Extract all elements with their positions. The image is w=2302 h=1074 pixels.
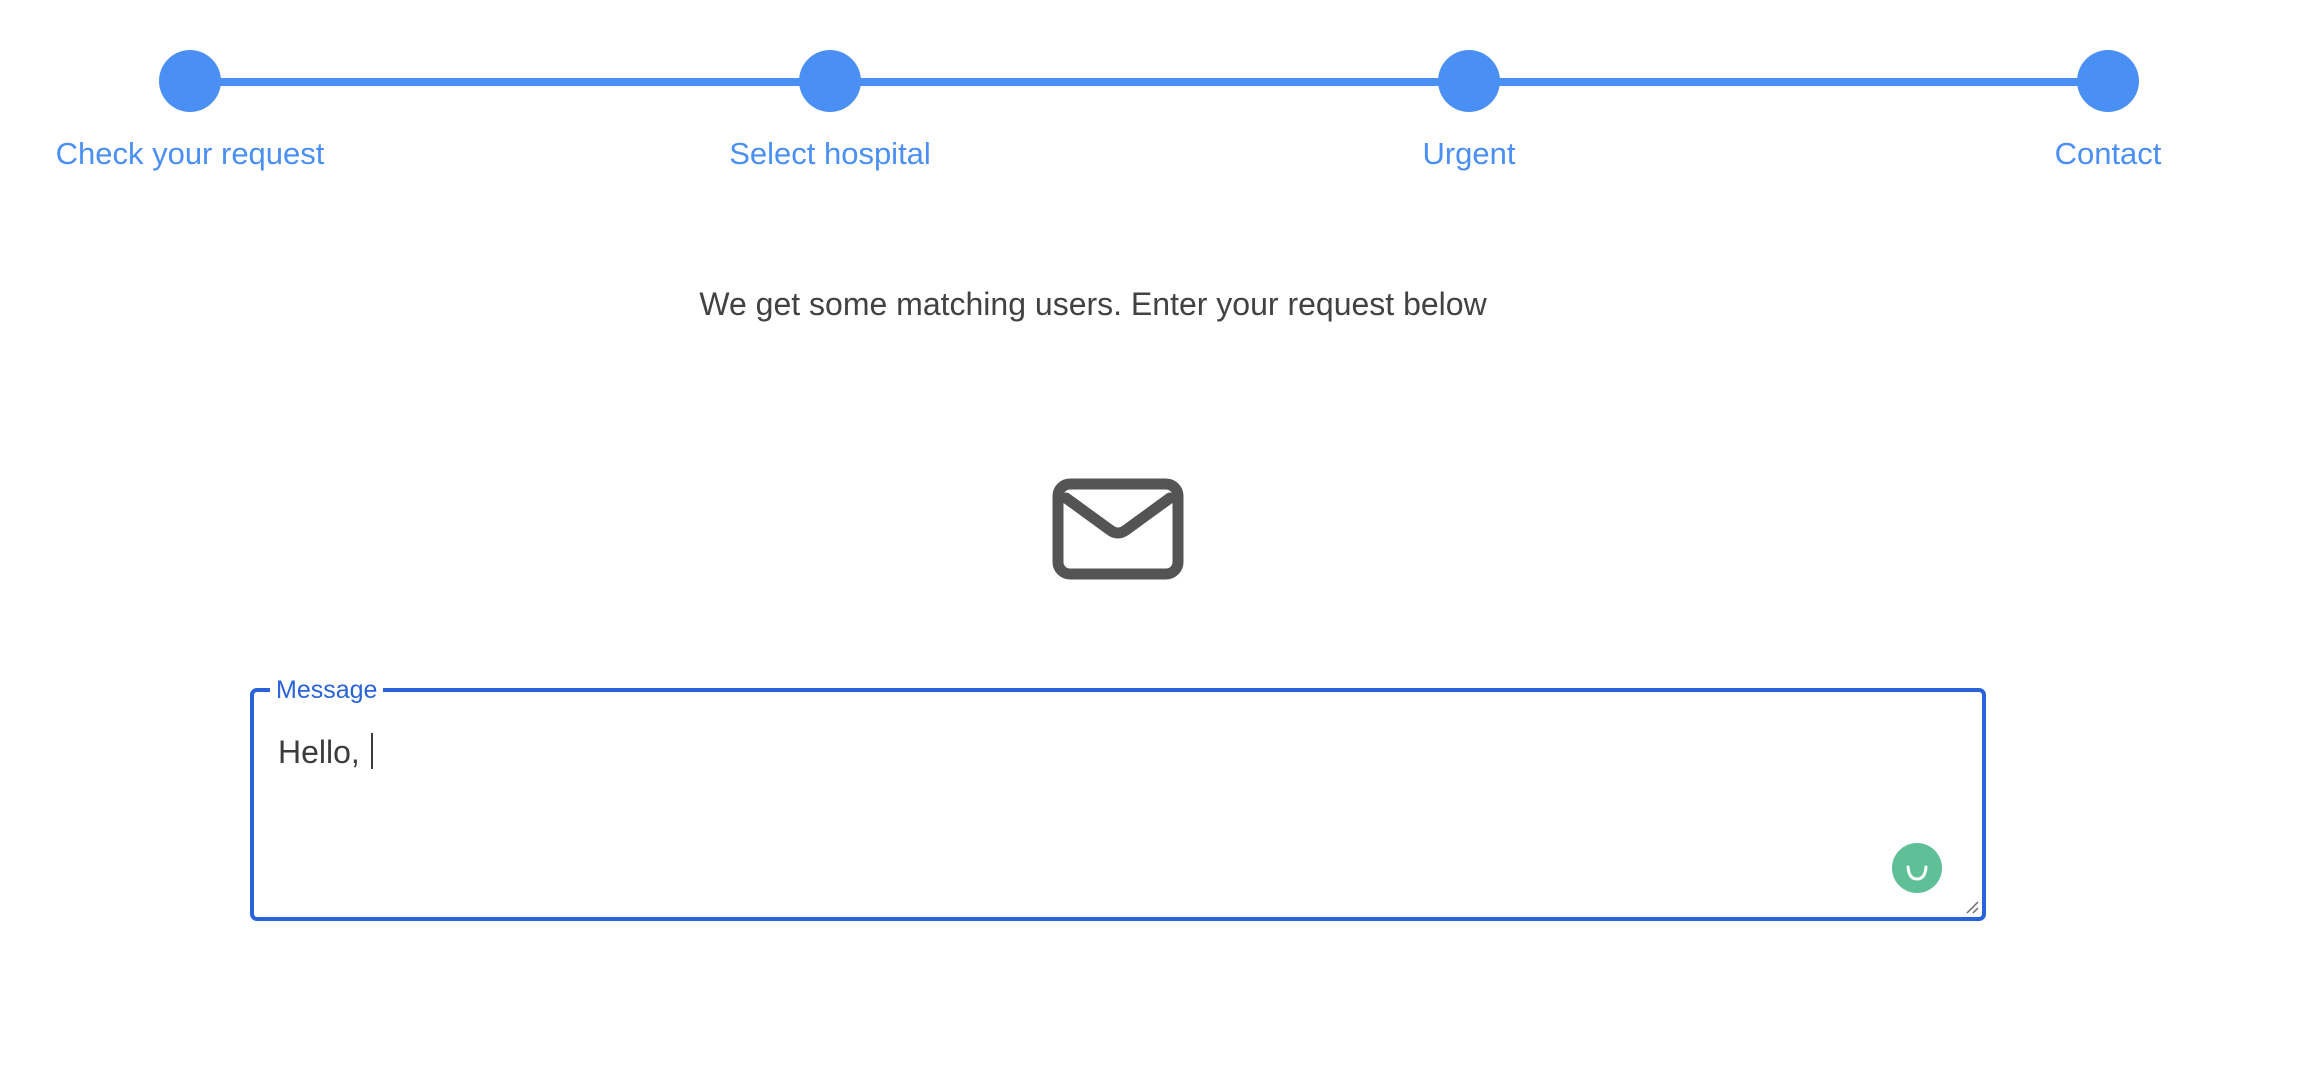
text-cursor [370, 733, 373, 769]
step-contact[interactable]: Contact [1908, 0, 2302, 200]
message-input[interactable]: Hello, [278, 733, 373, 771]
step-dot [2077, 50, 2139, 112]
step-dot [799, 50, 861, 112]
step-urgent[interactable]: Urgent [1269, 0, 1669, 200]
grammar-assistant-icon[interactable] [1892, 843, 1942, 893]
step-select-hospital[interactable]: Select hospital [630, 0, 1030, 200]
step-dot [159, 50, 221, 112]
step-label: Urgent [1422, 136, 1516, 171]
step-label: Check your request [55, 136, 325, 171]
resize-handle-icon[interactable] [1964, 899, 1980, 915]
step-label: Contact [2054, 136, 2162, 171]
envelope-icon [1052, 478, 1184, 580]
step-check-your-request[interactable]: Check your request [0, 0, 390, 200]
step-label: Select hospital [729, 136, 931, 171]
progress-stepper: Check your request Select hospital Urgen… [0, 0, 2302, 200]
step-dot [1438, 50, 1500, 112]
instruction-text: We get some matching users. Enter your r… [699, 286, 1487, 322]
message-value: Hello, [278, 734, 369, 770]
message-field[interactable]: Message Hello, [250, 677, 1986, 921]
message-label: Message [276, 676, 378, 704]
stepper-track [190, 78, 2107, 86]
